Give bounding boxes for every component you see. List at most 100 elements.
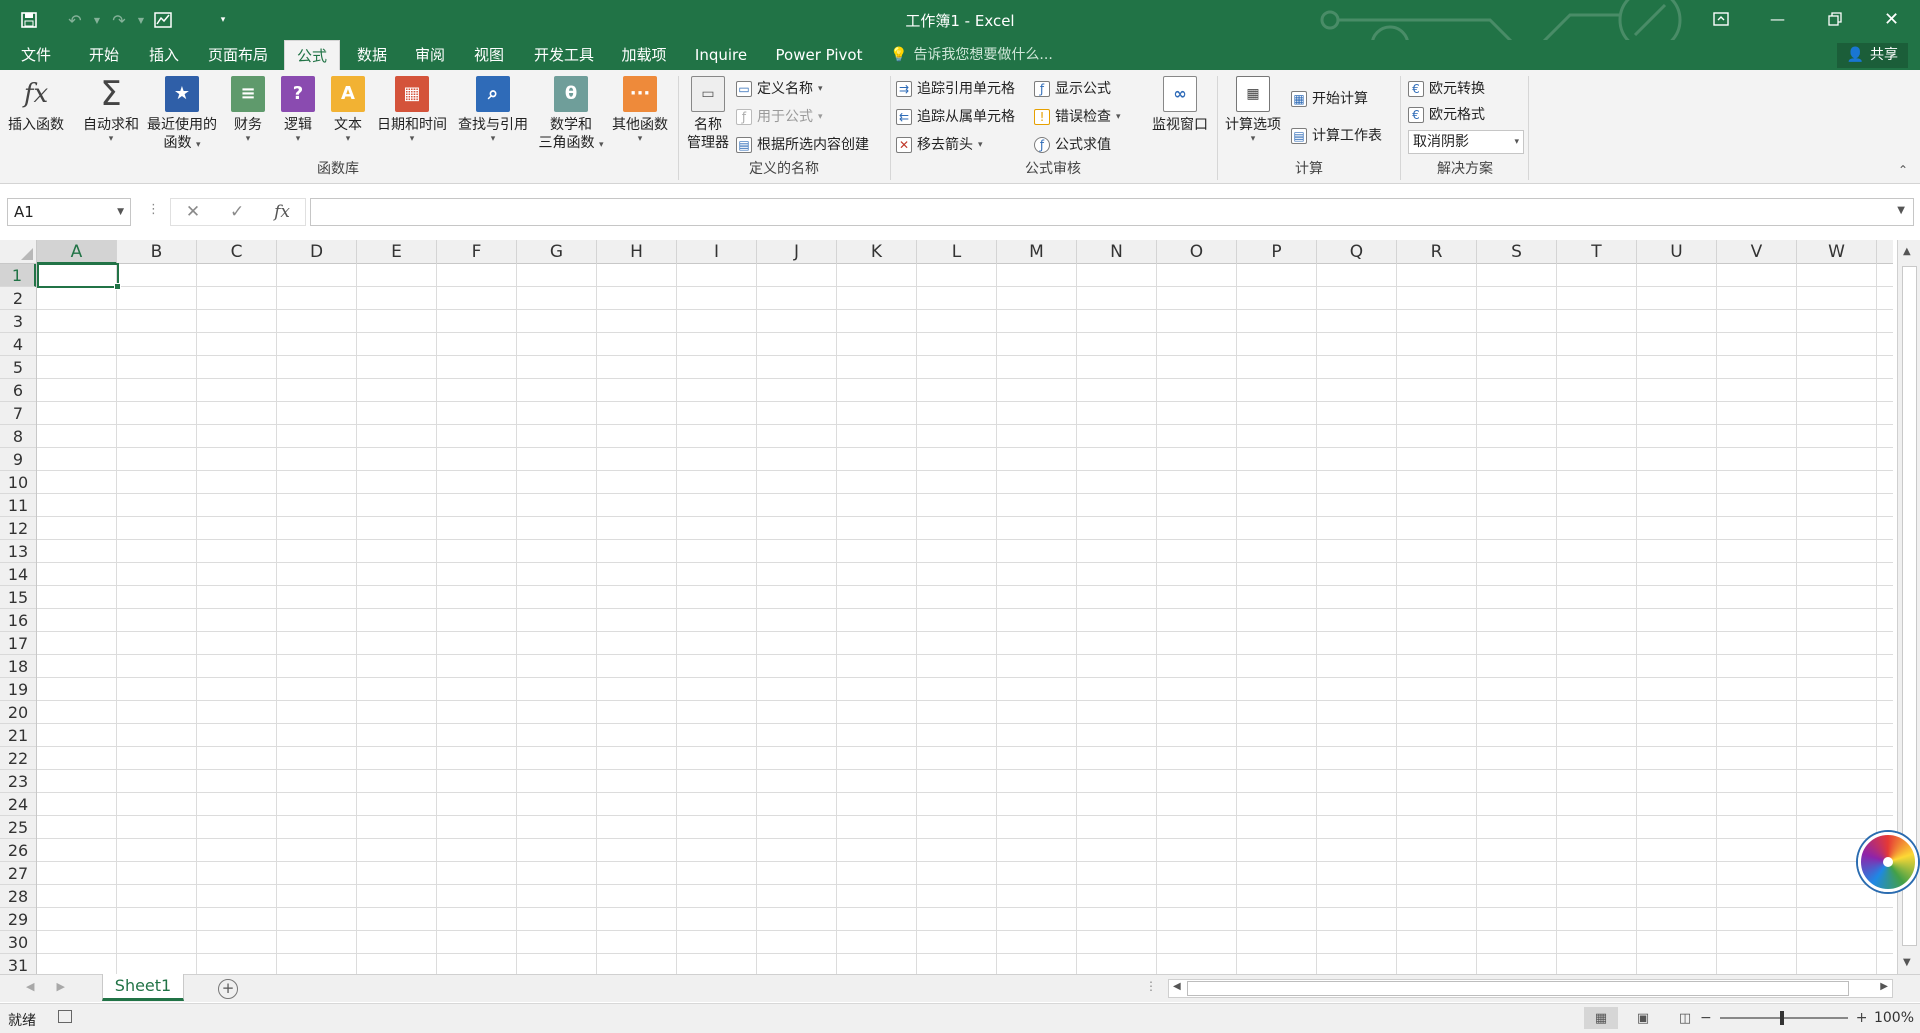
active-cell[interactable]	[37, 263, 121, 290]
column-header[interactable]: P	[1237, 240, 1317, 264]
row-header[interactable]: 4	[0, 333, 36, 356]
horizontal-scrollbar[interactable]: ◀ ▶	[1168, 979, 1893, 998]
insert-function-button[interactable]: fx 插入函数	[4, 76, 68, 134]
more-functions-button[interactable]: ··· 其他函数 ▾	[608, 76, 672, 144]
row-header[interactable]: 29	[0, 908, 36, 931]
row-header[interactable]: 24	[0, 793, 36, 816]
row-header[interactable]: 19	[0, 678, 36, 701]
row-header[interactable]: 28	[0, 885, 36, 908]
cell-area[interactable]	[37, 264, 1893, 974]
row-header[interactable]: 26	[0, 839, 36, 862]
tab-review[interactable]: 审阅	[402, 40, 458, 70]
column-header[interactable]: R	[1397, 240, 1477, 264]
tab-power-pivot[interactable]: Power Pivot	[768, 40, 870, 70]
column-header[interactable]: S	[1477, 240, 1557, 264]
splitter-handle-icon[interactable]: ⋮	[147, 202, 160, 217]
minimize-icon[interactable]: —	[1749, 0, 1806, 38]
row-header[interactable]: 15	[0, 586, 36, 609]
collapse-ribbon-icon[interactable]: ⌃	[1898, 163, 1908, 177]
column-header[interactable]: M	[997, 240, 1077, 264]
horizontal-scroll-thumb[interactable]	[1187, 981, 1849, 996]
row-header[interactable]: 5	[0, 356, 36, 379]
calculate-now-button[interactable]: ▦ 开始计算	[1291, 88, 1368, 110]
row-header[interactable]: 7	[0, 402, 36, 425]
tab-view[interactable]: 视图	[461, 40, 517, 70]
evaluate-formula-button[interactable]: ƒ 公式求值	[1034, 134, 1111, 156]
autosum-button[interactable]: Σ 自动求和 ▾	[78, 76, 144, 144]
column-header[interactable]: B	[117, 240, 197, 264]
column-header[interactable]: N	[1077, 240, 1157, 264]
scroll-right-icon[interactable]: ▶	[1880, 981, 1888, 992]
show-formulas-button[interactable]: ƒ 显示公式	[1034, 78, 1111, 100]
euro-conversion-button[interactable]: € 欧元转换	[1408, 78, 1485, 100]
row-header[interactable]: 11	[0, 494, 36, 517]
tab-splitter-icon[interactable]: ⋮	[1145, 979, 1157, 993]
zoom-in-icon[interactable]: +	[1856, 1010, 1868, 1026]
enter-check-icon[interactable]: ✓	[230, 202, 244, 222]
lookup-reference-button[interactable]: ⌕ 查找与引用 ▾	[452, 76, 534, 144]
name-box[interactable]: A1 ▼	[7, 198, 131, 226]
column-header[interactable]: T	[1557, 240, 1637, 264]
row-header[interactable]: 30	[0, 931, 36, 954]
scroll-up-icon[interactable]: ▲	[1903, 246, 1911, 257]
page-break-view-icon[interactable]: ◫	[1668, 1007, 1702, 1029]
define-name-button[interactable]: ▭ 定义名称 ▾	[736, 78, 823, 100]
scroll-right-icon[interactable]: ▶	[56, 980, 64, 993]
trace-precedents-button[interactable]: ⇉ 追踪引用单元格	[896, 78, 1015, 100]
text-button[interactable]: A 文本 ▾	[326, 76, 370, 144]
close-icon[interactable]: ✕	[1863, 0, 1920, 38]
column-header[interactable]: Q	[1317, 240, 1397, 264]
zoom-out-icon[interactable]: −	[1700, 1010, 1712, 1026]
column-header[interactable]: I	[677, 240, 757, 264]
scroll-left-icon[interactable]: ◀	[1173, 981, 1181, 992]
tab-file[interactable]: 文件	[8, 40, 64, 70]
financial-button[interactable]: ≡ 财务 ▾	[226, 76, 270, 144]
ribbon-display-options-icon[interactable]	[1692, 0, 1749, 38]
row-header[interactable]: 21	[0, 724, 36, 747]
column-header[interactable]: J	[757, 240, 837, 264]
row-header[interactable]: 16	[0, 609, 36, 632]
add-sheet-icon[interactable]: +	[218, 979, 238, 999]
row-header[interactable]: 17	[0, 632, 36, 655]
column-header[interactable]: W	[1797, 240, 1877, 264]
logical-button[interactable]: ? 逻辑 ▾	[276, 76, 320, 144]
select-all-corner[interactable]	[0, 240, 37, 264]
zoom-track[interactable]	[1719, 1011, 1848, 1025]
expand-formula-bar-icon[interactable]: ▼	[1897, 205, 1905, 216]
row-header[interactable]: 20	[0, 701, 36, 724]
tab-home[interactable]: 开始	[76, 40, 132, 70]
zoom-percent[interactable]: 100%	[1874, 1010, 1914, 1026]
tab-data[interactable]: 数据	[344, 40, 400, 70]
calculation-options-button[interactable]: ▦ 计算选项 ▾	[1221, 76, 1285, 144]
remove-arrows-button[interactable]: ✕ 移去箭头 ▾	[896, 134, 983, 156]
row-header[interactable]: 9	[0, 448, 36, 471]
row-header[interactable]: 14	[0, 563, 36, 586]
date-time-button[interactable]: ▦ 日期和时间 ▾	[372, 76, 452, 144]
page-layout-view-icon[interactable]: ▣	[1626, 1007, 1660, 1029]
chevron-down-icon[interactable]: ▼	[117, 199, 124, 225]
calculate-sheet-button[interactable]: ▤ 计算工作表	[1291, 125, 1382, 147]
row-header[interactable]: 18	[0, 655, 36, 678]
watch-window-button[interactable]: ∞ 监视窗口	[1146, 76, 1214, 134]
zoom-knob[interactable]	[1779, 1011, 1784, 1025]
column-header[interactable]: U	[1637, 240, 1717, 264]
row-header[interactable]: 1	[0, 264, 36, 287]
tab-formulas[interactable]: 公式	[284, 40, 340, 70]
column-header[interactable]: L	[917, 240, 997, 264]
column-header[interactable]: G	[517, 240, 597, 264]
row-header[interactable]: 25	[0, 816, 36, 839]
column-header[interactable]: H	[597, 240, 677, 264]
cancel-icon[interactable]: ✕	[186, 202, 200, 222]
row-header[interactable]: 27	[0, 862, 36, 885]
math-trig-button[interactable]: θ 数学和 三角函数 ▾	[534, 76, 608, 152]
error-checking-button[interactable]: ! 错误检查 ▾	[1034, 106, 1121, 128]
sheet-tab[interactable]: Sheet1	[102, 974, 184, 1001]
floating-addin-icon[interactable]	[1858, 832, 1918, 892]
row-header[interactable]: 22	[0, 747, 36, 770]
column-header[interactable]: V	[1717, 240, 1797, 264]
shadow-select[interactable]: 取消阴影 ▾	[1408, 130, 1524, 154]
tab-insert[interactable]: 插入	[136, 40, 192, 70]
column-header[interactable]: A	[37, 240, 117, 264]
scroll-down-icon[interactable]: ▼	[1903, 957, 1911, 968]
recently-used-button[interactable]: ★ 最近使用的 函数 ▾	[144, 76, 220, 152]
